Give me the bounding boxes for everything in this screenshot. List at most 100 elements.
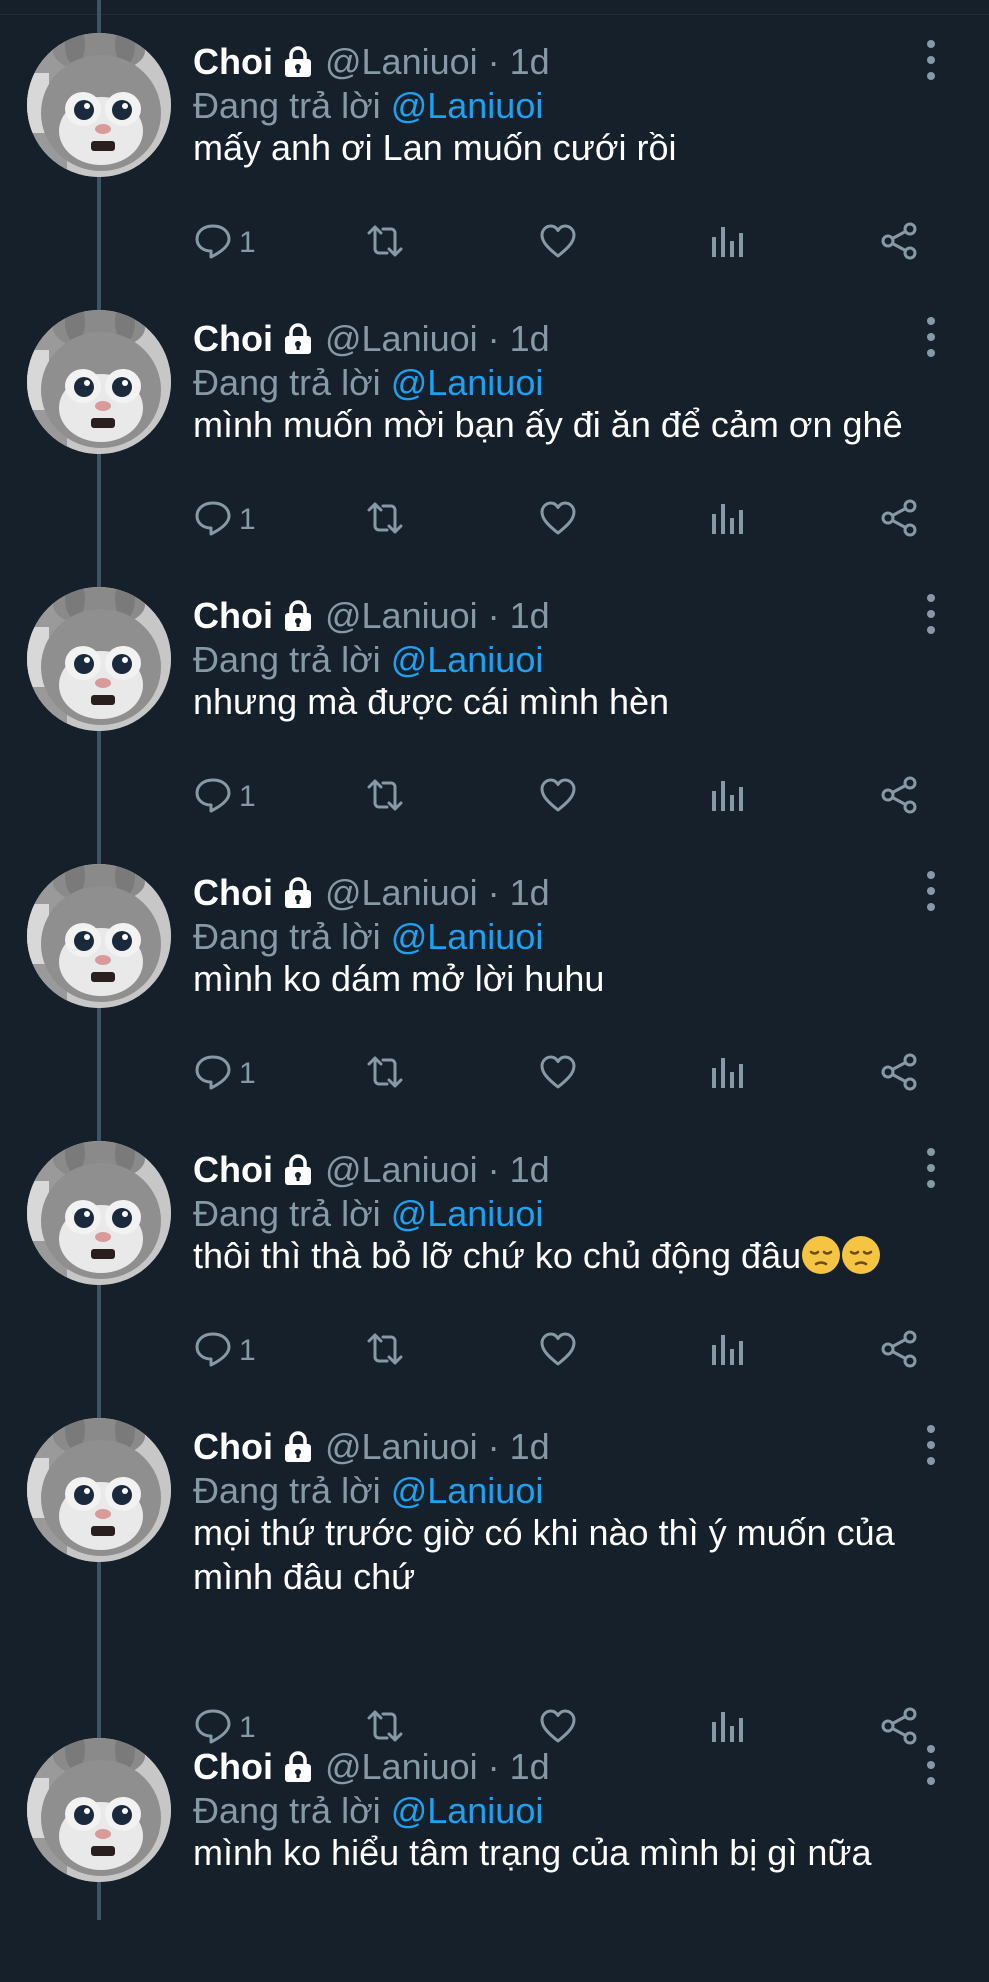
- like-button[interactable]: [538, 772, 578, 822]
- reply-tweet[interactable]: Choi @Laniuoi · 1d Đang trả lời @Laniuoi…: [0, 1385, 989, 1744]
- analytics-icon: [708, 775, 744, 820]
- tweet-header: Choi @Laniuoi · 1d: [193, 38, 550, 86]
- display-name[interactable]: Choi: [193, 1746, 273, 1788]
- more-options-icon[interactable]: [918, 1148, 944, 1188]
- share-button[interactable]: [878, 1049, 920, 1099]
- replying-to: Đang trả lời @Laniuoi: [193, 1470, 543, 1512]
- reply-button[interactable]: 1: [193, 218, 256, 268]
- display-name[interactable]: Choi: [193, 1426, 273, 1468]
- reply-count: 1: [239, 1057, 256, 1090]
- tweet-header: Choi @Laniuoi · 1d: [193, 1146, 550, 1194]
- mention-link[interactable]: @Laniuoi: [391, 639, 544, 680]
- display-name[interactable]: Choi: [193, 595, 273, 637]
- reply-tweet[interactable]: Choi @Laniuoi · 1d Đang trả lời @Laniuoi…: [0, 0, 989, 277]
- analytics-button[interactable]: [708, 772, 744, 822]
- tweet-text-content: mọi thứ trước giờ có khi nào thì ý muốn …: [193, 1512, 895, 1597]
- mention-link[interactable]: @Laniuoi: [391, 916, 544, 957]
- like-button[interactable]: [538, 1326, 578, 1376]
- retweet-button[interactable]: [363, 218, 407, 268]
- reply-tweet[interactable]: Choi @Laniuoi · 1d Đang trả lời @Laniuoi…: [0, 1108, 989, 1385]
- display-name[interactable]: Choi: [193, 872, 273, 914]
- retweet-button[interactable]: [363, 1049, 407, 1099]
- more-options-icon[interactable]: [918, 40, 944, 80]
- share-button[interactable]: [878, 495, 920, 545]
- replying-to: Đang trả lời @Laniuoi: [193, 1790, 543, 1832]
- tweet-text-content: mình ko dám mở lời huhu: [193, 958, 605, 999]
- mention-link[interactable]: @Laniuoi: [391, 1790, 544, 1831]
- reply-button[interactable]: 1: [193, 1049, 256, 1099]
- analytics-icon: [708, 1052, 744, 1097]
- reply-button[interactable]: 1: [193, 772, 256, 822]
- mention-link[interactable]: @Laniuoi: [391, 1193, 544, 1234]
- reply-tweet[interactable]: Choi @Laniuoi · 1d Đang trả lời @Laniuoi…: [0, 277, 989, 554]
- display-name[interactable]: Choi: [193, 1149, 273, 1191]
- replying-to-label: Đang trả lời: [193, 1470, 391, 1511]
- replying-to: Đang trả lời @Laniuoi: [193, 916, 543, 958]
- display-name[interactable]: Choi: [193, 41, 273, 83]
- share-icon: [878, 1329, 920, 1374]
- tweet-text-content: nhưng mà được cái mình hèn: [193, 681, 670, 722]
- tweet-actions: 1: [193, 1326, 933, 1376]
- retweet-button[interactable]: [363, 495, 407, 545]
- heart-icon: [538, 1329, 578, 1374]
- tweet-text-content: mình ko hiểu tâm trạng của mình bị gì nữ…: [193, 1832, 872, 1873]
- analytics-button[interactable]: [708, 1049, 744, 1099]
- mention-link[interactable]: @Laniuoi: [391, 362, 544, 403]
- analytics-button[interactable]: [708, 218, 744, 268]
- more-options-icon[interactable]: [918, 1425, 944, 1465]
- share-button[interactable]: [878, 772, 920, 822]
- heart-icon: [538, 498, 578, 543]
- tweet-text: mình ko hiểu tâm trạng của mình bị gì nữ…: [193, 1831, 953, 1875]
- avatar[interactable]: [27, 864, 171, 1008]
- mention-link[interactable]: @Laniuoi: [391, 1470, 544, 1511]
- reply-tweet[interactable]: Choi @Laniuoi · 1d Đang trả lời @Laniuoi…: [0, 831, 989, 1108]
- more-options-icon[interactable]: [918, 317, 944, 357]
- reply-tweet[interactable]: Choi @Laniuoi · 1d Đang trả lời @Laniuoi…: [0, 554, 989, 831]
- avatar[interactable]: [27, 1418, 171, 1562]
- tweet-actions: 1: [193, 772, 933, 822]
- pensive-face-icon: [841, 1235, 881, 1285]
- like-button[interactable]: [538, 1049, 578, 1099]
- analytics-button[interactable]: [708, 495, 744, 545]
- analytics-button[interactable]: [708, 1326, 744, 1376]
- retweet-button[interactable]: [363, 1326, 407, 1376]
- tweet-text-content: thôi thì thà bỏ lỡ chứ ko chủ động đâu: [193, 1235, 802, 1276]
- avatar[interactable]: [27, 1141, 171, 1285]
- handle-and-time: @Laniuoi · 1d: [324, 41, 550, 82]
- reply-tweet[interactable]: Choi @Laniuoi · 1d Đang trả lời @Laniuoi…: [0, 1705, 989, 1982]
- like-button[interactable]: [538, 495, 578, 545]
- analytics-icon: [708, 221, 744, 266]
- replying-to-label: Đang trả lời: [193, 1790, 391, 1831]
- share-button[interactable]: [878, 218, 920, 268]
- replying-to-label: Đang trả lời: [193, 916, 391, 957]
- tweet-actions: 1: [193, 495, 933, 545]
- more-options-icon[interactable]: [918, 594, 944, 634]
- avatar[interactable]: [27, 1738, 171, 1882]
- tweet-text: mấy anh ơi Lan muốn cưới rồi: [193, 126, 953, 170]
- avatar[interactable]: [27, 587, 171, 731]
- tweet-text: nhưng mà được cái mình hèn: [193, 680, 953, 724]
- avatar[interactable]: [27, 33, 171, 177]
- lock-icon: [283, 46, 313, 78]
- reply-icon: [193, 221, 233, 266]
- avatar[interactable]: [27, 310, 171, 454]
- replying-to: Đang trả lời @Laniuoi: [193, 85, 543, 127]
- more-options-icon[interactable]: [918, 871, 944, 911]
- reply-button[interactable]: 1: [193, 495, 256, 545]
- like-button[interactable]: [538, 218, 578, 268]
- retweet-button[interactable]: [363, 772, 407, 822]
- more-options-icon[interactable]: [918, 1745, 944, 1785]
- retweet-icon: [363, 1052, 407, 1097]
- handle-and-time: @Laniuoi · 1d: [324, 1149, 550, 1190]
- tweet-text: mọi thứ trước giờ có khi nào thì ý muốn …: [193, 1511, 953, 1599]
- reply-button[interactable]: 1: [193, 1326, 256, 1376]
- tweet-header: Choi @Laniuoi · 1d: [193, 315, 550, 363]
- lock-icon: [283, 600, 313, 632]
- display-name[interactable]: Choi: [193, 318, 273, 360]
- tweet-actions: 1: [193, 218, 933, 268]
- retweet-icon: [363, 1329, 407, 1374]
- share-button[interactable]: [878, 1326, 920, 1376]
- heart-icon: [538, 1052, 578, 1097]
- share-icon: [878, 498, 920, 543]
- mention-link[interactable]: @Laniuoi: [391, 85, 544, 126]
